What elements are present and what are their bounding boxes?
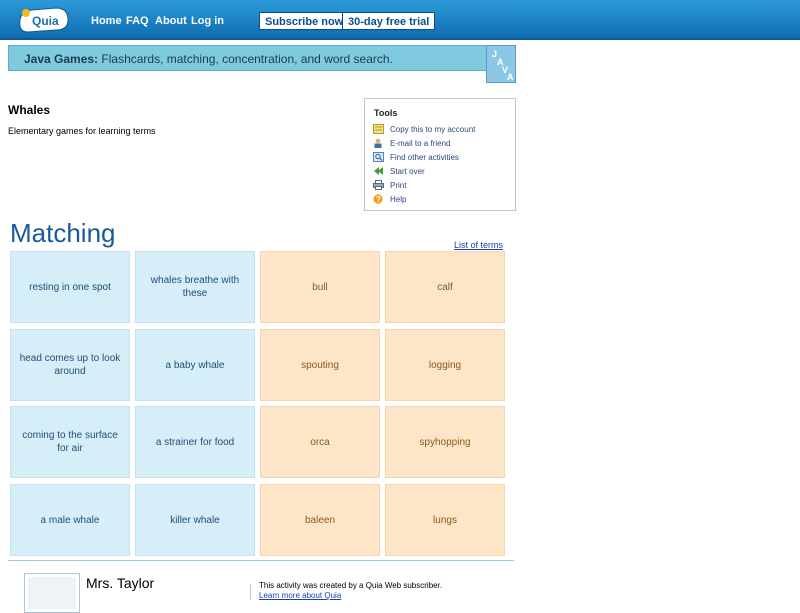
quia-logo[interactable]: Quia: [16, 4, 70, 34]
nav-home-link[interactable]: Home: [91, 15, 122, 27]
printer-icon: [373, 180, 384, 190]
activity-description: Elementary games for learning terms: [8, 126, 156, 136]
person-mail-icon: [374, 138, 382, 148]
copy-icon: [373, 124, 384, 134]
matching-card[interactable]: whales breathe with these: [135, 251, 255, 323]
matching-card[interactable]: head comes up to look around: [10, 329, 130, 401]
matching-card[interactable]: logging: [385, 329, 505, 401]
footer-vertical-divider: [250, 584, 251, 600]
help-icon: ?: [373, 194, 383, 204]
footer-divider: [8, 560, 514, 561]
nav-about-link[interactable]: About: [155, 15, 187, 27]
nav-faq-link[interactable]: FAQ: [126, 15, 149, 27]
matching-card[interactable]: resting in one spot: [10, 251, 130, 323]
matching-card[interactable]: bull: [260, 251, 380, 323]
author-name: Mrs. Taylor: [86, 575, 155, 591]
java-games-banner[interactable]: Java Games: Flashcards, matching, concen…: [8, 45, 516, 71]
matching-card[interactable]: orca: [260, 406, 380, 478]
start-over-icon: [374, 167, 383, 175]
find-icon: [373, 152, 384, 162]
nav-login-link[interactable]: Log in: [191, 15, 224, 27]
top-nav-bar: Quia Home FAQ About Log in Subscribe now…: [0, 0, 800, 40]
svg-text:?: ?: [376, 195, 381, 204]
banner-text: Java Games: Flashcards, matching, concen…: [24, 52, 393, 66]
learn-more-link[interactable]: Learn more about Quia: [259, 591, 341, 600]
java-logo-icon: J A V A: [486, 45, 516, 83]
tools-title: Tools: [374, 108, 398, 118]
subscribe-button[interactable]: Subscribe now: [259, 12, 350, 30]
matching-card[interactable]: spouting: [260, 329, 380, 401]
activity-title: Whales: [8, 103, 51, 117]
matching-card[interactable]: baleen: [260, 484, 380, 556]
author-avatar: [24, 573, 80, 613]
matching-card[interactable]: killer whale: [135, 484, 255, 556]
matching-heading: Matching: [10, 218, 116, 248]
svg-text:Quia: Quia: [32, 14, 59, 28]
created-by-text: This activity was created by a Quia Web …: [259, 581, 443, 590]
matching-card[interactable]: lungs: [385, 484, 505, 556]
matching-card[interactable]: a strainer for food: [135, 406, 255, 478]
matching-card[interactable]: calf: [385, 251, 505, 323]
list-of-terms-link[interactable]: List of terms: [454, 240, 503, 250]
tools-panel: Tools Copy this to my account E-mail to …: [364, 98, 516, 211]
matching-card[interactable]: spyhopping: [385, 406, 505, 478]
matching-card[interactable]: a male whale: [10, 484, 130, 556]
matching-card[interactable]: a baby whale: [135, 329, 255, 401]
free-trial-button[interactable]: 30-day free trial: [342, 12, 436, 30]
matching-card[interactable]: coming to the surface for air: [10, 406, 130, 478]
